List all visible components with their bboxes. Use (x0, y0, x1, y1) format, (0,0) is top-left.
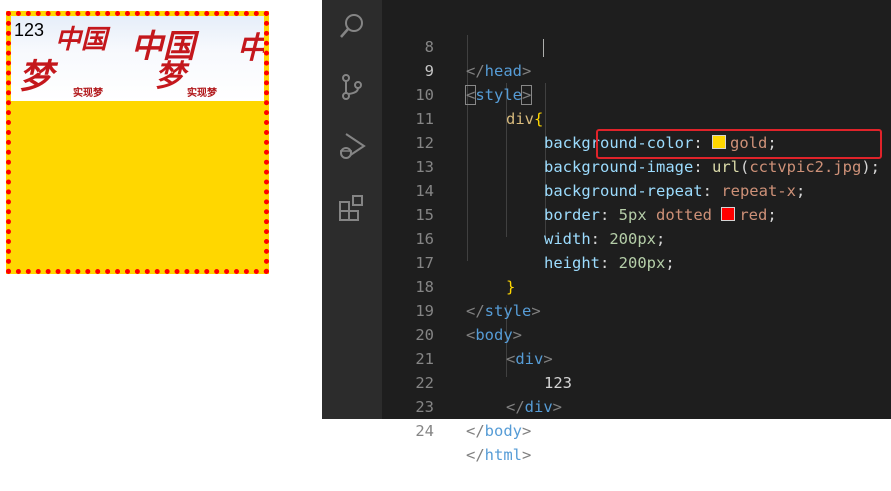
code-text: <body> (466, 326, 523, 344)
code-text: height: 200px; (544, 254, 675, 272)
annotation-highlight-box (596, 129, 882, 159)
extensions-icon[interactable] (334, 190, 370, 226)
code-text: background-repeat: repeat-x; (544, 182, 806, 200)
source-control-icon[interactable] (334, 69, 370, 105)
code-text: <div> (506, 350, 553, 368)
search-icon[interactable] (334, 8, 370, 44)
china-dream-tile: 中国 梦 实现梦 (131, 27, 217, 99)
code-line: 20 <div> (382, 299, 552, 368)
code-line: 18 </style> (382, 251, 540, 320)
code-text: </head> (466, 62, 532, 80)
code-text: </html> (466, 446, 532, 464)
code-line: 10 div{ (382, 59, 543, 128)
code-line: 13 background-repeat: repeat-x; (382, 131, 805, 200)
code-line: 11 background-color: gold; (382, 83, 776, 152)
code-editor: 8 </head> 9 <style> 10 div{ 11 backgroun… (322, 0, 891, 464)
code-line: 19 <body> (382, 275, 522, 344)
editor-text-area[interactable]: 8 </head> 9 <style> 10 div{ 11 backgroun… (382, 0, 891, 464)
china-dream-tile: 中国 (237, 31, 267, 66)
demo-div: 中国 梦 实现梦 中国 梦 实现梦 中国 123 (6, 11, 269, 274)
code-line: 22 </div> (382, 347, 562, 416)
code-text: </style> (466, 302, 541, 320)
browser-preview: 中国 梦 实现梦 中国 梦 实现梦 中国 123 (0, 0, 322, 419)
code-line: 24 </html> (382, 395, 531, 464)
code-text: } (506, 278, 516, 296)
code-line: 12 background-image: url(cctvpic2.jpg); (382, 107, 880, 176)
code-text: border: 5px dotted red; (544, 206, 777, 224)
code-line: 14 border: 5px dotted red; (382, 155, 776, 224)
code-text: div{ (506, 110, 544, 128)
code-line: 21 123 (382, 323, 572, 392)
code-line-active: 9 <style> (382, 35, 533, 105)
code-text: <style> (464, 85, 533, 105)
code-text: </body> (466, 422, 532, 440)
run-debug-icon[interactable] (334, 128, 370, 164)
activity-bar (322, 0, 382, 419)
text-cursor (543, 39, 544, 57)
color-swatch[interactable] (721, 207, 736, 221)
code-line: 23 </body> (382, 371, 531, 440)
code-text: </div> (506, 398, 563, 416)
code-line: 15 width: 200px; (382, 179, 665, 248)
code-text: width: 200px; (544, 230, 666, 248)
div-text: 123 (14, 20, 45, 40)
code-text: 123 (544, 374, 572, 392)
code-line: 8 </head> (382, 11, 532, 80)
background-image-strip: 中国 梦 实现梦 中国 梦 实现梦 中国 (11, 16, 264, 101)
code-line: 17 } (382, 227, 515, 296)
code-line: 16 height: 200px; (382, 203, 674, 272)
